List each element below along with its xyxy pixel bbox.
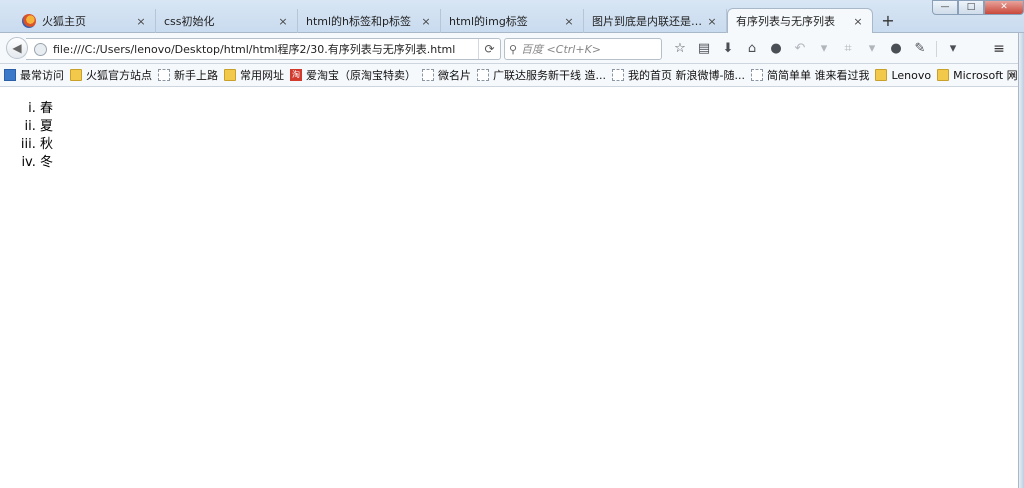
list-item: 冬 <box>40 154 1018 172</box>
bookmark-star-icon[interactable]: ☆ <box>668 40 692 58</box>
bookmark-label: 微名片 <box>438 69 471 82</box>
window-frame-edge <box>1018 33 1024 488</box>
dropdown-arrow-icon[interactable]: ▾ <box>812 40 836 58</box>
tab-css-init[interactable]: css初始化 × <box>156 9 298 33</box>
search-input[interactable]: ⚲ 百度 <Ctrl+K> <box>504 38 662 60</box>
tab-html-h-p[interactable]: html的h标签和p标签 × <box>298 9 441 33</box>
tab-label: 火狐主页 <box>42 15 86 28</box>
bookmark-label: 新手上路 <box>174 69 218 82</box>
bookmark-label: 广联达服务新干线 造... <box>493 69 606 82</box>
tab-close-icon[interactable]: × <box>706 15 718 28</box>
page-icon <box>422 69 434 81</box>
bookmark-getting-started[interactable]: 新手上路 <box>158 67 218 83</box>
firefox-icon <box>22 14 36 28</box>
address-bar[interactable]: file:///C:/Users/lenovo/Desktop/html/htm… <box>26 38 501 60</box>
tab-close-icon[interactable]: × <box>277 15 289 28</box>
search-placeholder: 百度 <Ctrl+K> <box>521 43 601 56</box>
list-item: 春 <box>40 100 1018 118</box>
folder-icon <box>224 69 236 81</box>
site-identity-icon[interactable] <box>34 42 47 56</box>
reload-icon[interactable]: ⟳ <box>478 39 500 59</box>
page-icon <box>612 69 624 81</box>
reading-list-icon[interactable]: ▤ <box>692 40 716 58</box>
page-icon <box>158 69 170 81</box>
bookmark-label: 爱淘宝（原淘宝特卖） <box>306 69 416 82</box>
chat-icon[interactable]: ● <box>764 40 788 58</box>
tab-strip: 火狐主页 × css初始化 × html的h标签和p标签 × html的img标… <box>0 0 1024 33</box>
window-controls: — □ ✕ <box>932 0 1024 15</box>
tab-label: css初始化 <box>164 15 215 28</box>
extension-icon[interactable]: ✎ <box>908 40 932 58</box>
tab-close-icon[interactable]: × <box>420 15 432 28</box>
list-item: 秋 <box>40 136 1018 154</box>
bookmark-most-visited[interactable]: 最常访问 <box>4 67 64 83</box>
tab-label: html的h标签和p标签 <box>306 15 412 28</box>
bookmark-label: 火狐官方站点 <box>86 69 152 82</box>
bookmark-label: 最常访问 <box>20 69 64 82</box>
maximize-button[interactable]: □ <box>958 0 984 15</box>
bookmarks-icon <box>4 69 16 81</box>
ordered-list: 春 夏 秋 冬 <box>0 100 1018 172</box>
comment-icon[interactable]: ● <box>884 40 908 58</box>
bookmark-label: Lenovo <box>891 68 932 82</box>
bookmark-label: 常用网址 <box>240 69 284 82</box>
tab-close-icon[interactable]: × <box>563 15 575 28</box>
folder-icon <box>937 69 950 81</box>
tab-image-inline-block[interactable]: 图片到底是内联还是块状 × <box>584 9 727 33</box>
tab-firefox-home[interactable]: 火狐主页 × <box>14 9 156 33</box>
bookmark-jianjian[interactable]: 简简单单 谁来看过我 <box>750 67 870 83</box>
home-icon[interactable]: ⌂ <box>740 40 764 58</box>
page-content: 春 夏 秋 冬 <box>0 88 1018 488</box>
toolbar-icons: ☆ ▤ ⬇ ⌂ ● ↶ ▾ ⌗ ▾ ● ✎ ▾ <box>668 40 965 58</box>
address-url[interactable]: file:///C:/Users/lenovo/Desktop/html/htm… <box>53 41 478 57</box>
tab-close-icon[interactable]: × <box>852 15 864 28</box>
tab-label: html的img标签 <box>449 15 528 28</box>
search-icon: ⚲ <box>509 42 518 56</box>
page-icon <box>750 69 763 81</box>
bookmark-label: 我的首页 新浪微博-随... <box>628 69 745 82</box>
bookmark-aitaobao[interactable]: 淘爱淘宝（原淘宝特卖） <box>290 67 416 83</box>
bookmark-label: 简简单单 谁来看过我 <box>766 69 870 82</box>
tab-html-img[interactable]: html的img标签 × <box>441 9 584 33</box>
bookmark-lenovo[interactable]: Lenovo <box>875 69 931 82</box>
bookmark-micro-card[interactable]: 微名片 <box>422 67 471 83</box>
tab-label: 有序列表与无序列表 <box>736 15 835 28</box>
tab-close-icon[interactable]: × <box>135 15 147 28</box>
page-icon <box>477 69 489 81</box>
close-window-button[interactable]: ✕ <box>984 0 1024 15</box>
back-button[interactable]: ◀ <box>6 37 28 59</box>
crop-icon[interactable]: ⌗ <box>836 40 860 58</box>
tab-label: 图片到底是内联还是块状 <box>592 15 702 28</box>
dropdown-arrow-icon[interactable]: ▾ <box>941 40 965 58</box>
bookmarks-toolbar: 最常访问 火狐官方站点 新手上路 常用网址 淘爱淘宝（原淘宝特卖） 微名片 广联… <box>0 64 1024 87</box>
minimize-button[interactable]: — <box>932 0 958 15</box>
new-tab-button[interactable]: + <box>878 11 898 31</box>
navigation-toolbar: file:///C:/Users/lenovo/Desktop/html/htm… <box>0 33 1024 64</box>
bookmark-glodon[interactable]: 广联达服务新干线 造... <box>477 67 606 83</box>
folder-icon <box>875 69 888 81</box>
bookmark-common-sites[interactable]: 常用网址 <box>224 67 284 83</box>
taobao-icon: 淘 <box>290 69 302 81</box>
dropdown-arrow-icon[interactable]: ▾ <box>860 40 884 58</box>
folder-icon <box>70 69 82 81</box>
back-arrow-icon: ◀ <box>12 41 22 55</box>
bookmark-weibo[interactable]: 我的首页 新浪微博-随... <box>612 67 745 83</box>
toolbar-separator <box>936 41 937 57</box>
bookmarks-overflow-chevron-icon[interactable]: » <box>1009 68 1016 81</box>
tab-ordered-unordered-list[interactable]: 有序列表与无序列表 × <box>727 8 873 33</box>
hamburger-menu-icon[interactable]: ≡ <box>988 40 1010 58</box>
undo-icon[interactable]: ↶ <box>788 40 812 58</box>
downloads-icon[interactable]: ⬇ <box>716 40 740 58</box>
bookmark-firefox-official[interactable]: 火狐官方站点 <box>70 67 152 83</box>
list-item: 夏 <box>40 118 1018 136</box>
